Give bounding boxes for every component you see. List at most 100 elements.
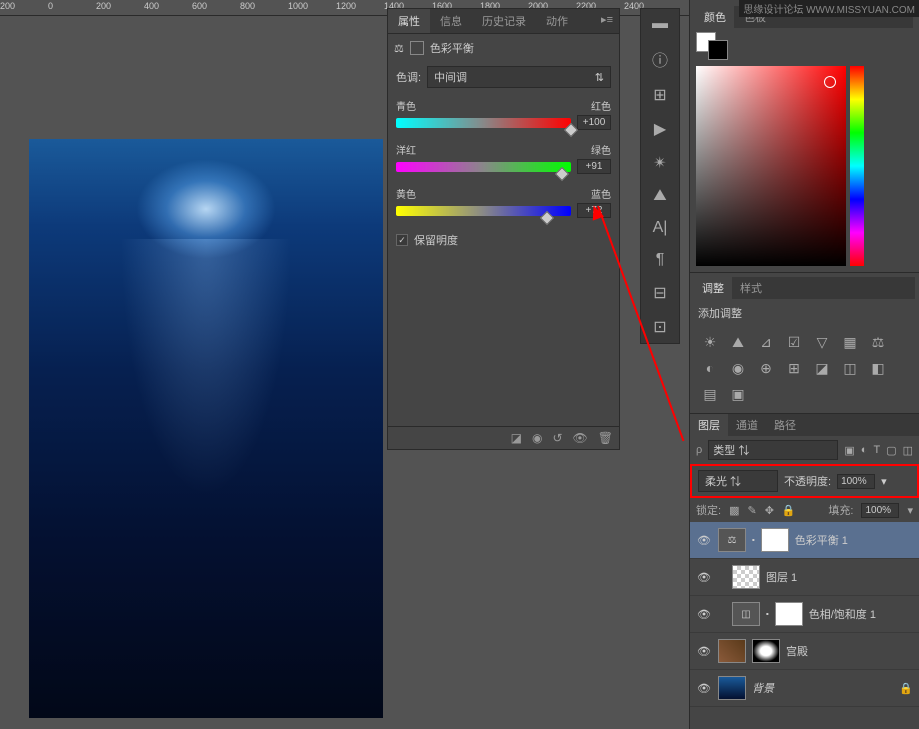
color-field[interactable] bbox=[696, 66, 846, 266]
type-filter-icon[interactable]: T bbox=[873, 444, 880, 457]
magenta-green-slider[interactable] bbox=[396, 162, 571, 172]
layer-name[interactable]: 色相/饱和度 1 bbox=[809, 606, 876, 622]
eye-icon[interactable]: 👁 bbox=[696, 534, 712, 547]
preserve-luminosity-checkbox[interactable]: ✓ bbox=[396, 234, 408, 246]
gradient-map-icon[interactable]: ▤ bbox=[700, 385, 720, 403]
hue-slider[interactable] bbox=[850, 66, 864, 266]
tab-layers[interactable]: 图层 bbox=[690, 414, 728, 436]
tab-history[interactable]: 历史记录 bbox=[472, 9, 536, 33]
background-swatch[interactable] bbox=[708, 40, 728, 60]
cyan-red-slider[interactable] bbox=[396, 118, 571, 128]
eye-icon[interactable]: 👁 bbox=[696, 571, 712, 584]
layer-thumb-icon[interactable]: ◫ bbox=[732, 602, 760, 626]
layer-name[interactable]: 背景 bbox=[752, 680, 774, 696]
curves-icon[interactable]: ⊿ bbox=[756, 333, 776, 351]
magenta-green-value[interactable]: +91 bbox=[577, 159, 611, 174]
fill-input[interactable]: 100% bbox=[861, 503, 899, 518]
layer-thumb[interactable] bbox=[718, 639, 746, 663]
shape-filter-icon[interactable]: ▢ bbox=[886, 444, 896, 457]
canvas[interactable] bbox=[29, 139, 383, 718]
smart-filter-icon[interactable]: ◫ bbox=[903, 444, 913, 457]
levels-icon[interactable]: ⛰ bbox=[728, 333, 748, 351]
photo-filter-icon[interactable]: ◉ bbox=[728, 359, 748, 377]
posterize-icon[interactable]: ◫ bbox=[840, 359, 860, 377]
layer-filter-dropdown[interactable]: 类型 ⇅ bbox=[708, 440, 838, 460]
adj-filter-icon[interactable]: ◐ bbox=[861, 444, 868, 457]
add-adjustment-label: 添加调整 bbox=[694, 299, 915, 327]
threshold-icon[interactable]: ◧ bbox=[868, 359, 888, 377]
tab-adjustments[interactable]: 调整 bbox=[694, 277, 732, 299]
view-previous-icon[interactable]: ◉ bbox=[532, 431, 542, 445]
slider-right-0: 红色 bbox=[591, 98, 611, 113]
eye-icon[interactable]: 👁 bbox=[696, 682, 712, 695]
tab-properties[interactable]: 属性 bbox=[388, 9, 430, 33]
reset-icon[interactable]: ↺ bbox=[552, 431, 562, 445]
invert-icon[interactable]: ◪ bbox=[812, 359, 832, 377]
hue-icon[interactable]: ▦ bbox=[840, 333, 860, 351]
paragraph-icon[interactable]: ¶ bbox=[656, 251, 665, 269]
pixel-filter-icon[interactable]: ▣ bbox=[844, 444, 854, 457]
brightness-icon[interactable]: ☀ bbox=[700, 333, 720, 351]
tab-styles[interactable]: 样式 bbox=[732, 277, 770, 299]
panel-menu-icon[interactable]: ▸≡ bbox=[595, 9, 619, 33]
layer-mask-thumb[interactable] bbox=[761, 528, 789, 552]
delete-icon[interactable]: 🗑 bbox=[598, 431, 613, 445]
selective-color-icon[interactable]: ▣ bbox=[728, 385, 748, 403]
layer-name[interactable]: 图层 1 bbox=[766, 569, 797, 585]
fill-label: 填充: bbox=[828, 502, 853, 518]
lock-all-icon[interactable]: 🔒 bbox=[782, 504, 796, 517]
tab-paths[interactable]: 路径 bbox=[766, 414, 804, 436]
layer-thumb-icon[interactable]: ⚖ bbox=[718, 528, 746, 552]
layer-item[interactable]: 👁 图层 1 bbox=[690, 559, 919, 596]
tab-channels[interactable]: 通道 bbox=[728, 414, 766, 436]
balance-adj-icon[interactable]: ⚖ bbox=[868, 333, 888, 351]
fill-chevron-icon[interactable]: ▾ bbox=[907, 504, 913, 517]
brush-icon[interactable]: ⛰ bbox=[653, 187, 666, 205]
opacity-input[interactable]: 100% bbox=[837, 474, 875, 489]
layer-mask-thumb[interactable] bbox=[752, 639, 780, 663]
layer-thumb[interactable] bbox=[718, 676, 746, 700]
layer-item[interactable]: 👁 ◫ ⬝ 色相/饱和度 1 bbox=[690, 596, 919, 633]
vibrance-icon[interactable]: ▽ bbox=[812, 333, 832, 351]
mask-icon[interactable] bbox=[410, 41, 424, 55]
yellow-blue-slider[interactable] bbox=[396, 206, 571, 216]
swatches-icon[interactable]: ⊟ bbox=[653, 283, 666, 303]
layer-name[interactable]: 宫殿 bbox=[786, 643, 808, 659]
lock-move-icon[interactable]: ✥ bbox=[765, 504, 774, 517]
bw-icon[interactable]: ◐ bbox=[700, 359, 720, 377]
lookup-icon[interactable]: ⊞ bbox=[784, 359, 804, 377]
clip-icon[interactable]: ◪ bbox=[511, 431, 522, 445]
exposure-icon[interactable]: ☑ bbox=[784, 333, 804, 351]
opacity-chevron-icon[interactable]: ▾ bbox=[881, 475, 887, 488]
slider-left-1: 洋红 bbox=[396, 142, 416, 157]
cyan-red-value[interactable]: +100 bbox=[577, 115, 611, 130]
eye-icon[interactable]: 👁 bbox=[696, 608, 712, 621]
styles-icon[interactable]: ⊡ bbox=[653, 317, 666, 337]
channel-mixer-icon[interactable]: ⊕ bbox=[756, 359, 776, 377]
lock-paint-icon[interactable]: ✎ bbox=[747, 504, 756, 517]
layer-item[interactable]: 👁 宫殿 bbox=[690, 633, 919, 670]
tab-info[interactable]: 信息 bbox=[430, 9, 472, 33]
blend-mode-dropdown[interactable]: 柔光 ⇅ bbox=[698, 470, 778, 492]
histogram-icon[interactable]: ▬ bbox=[652, 15, 668, 33]
layer-item[interactable]: 👁 ⚖ ⬝ 色彩平衡 1 bbox=[690, 522, 919, 559]
info-icon[interactable]: ⓘ bbox=[652, 47, 668, 71]
tab-actions[interactable]: 动作 bbox=[536, 9, 578, 33]
opacity-label: 不透明度: bbox=[784, 473, 831, 489]
visibility-icon[interactable]: 👁 bbox=[573, 431, 588, 445]
layer-item[interactable]: 👁 背景 🔒 bbox=[690, 670, 919, 707]
layer-mask-thumb[interactable] bbox=[775, 602, 803, 626]
play-icon[interactable]: ▶ bbox=[654, 119, 666, 139]
layer-name[interactable]: 色彩平衡 1 bbox=[795, 532, 848, 548]
brush-settings-icon[interactable]: ✴ bbox=[653, 153, 666, 173]
chevron-updown-icon: ⇅ bbox=[595, 71, 604, 84]
tone-dropdown[interactable]: 中间调⇅ bbox=[427, 66, 611, 88]
navigator-icon[interactable]: ⊞ bbox=[653, 85, 666, 105]
eye-icon[interactable]: 👁 bbox=[696, 645, 712, 658]
balance-icon: ⚖ bbox=[394, 42, 404, 55]
character-icon[interactable]: A| bbox=[653, 219, 668, 237]
layer-thumb[interactable] bbox=[732, 565, 760, 589]
lock-pixels-icon[interactable]: ▩ bbox=[729, 504, 739, 517]
collapsed-panels: ▬ ⓘ ⊞ ▶ ✴ ⛰ A| ¶ ⊟ ⊡ bbox=[640, 8, 680, 344]
tab-color[interactable]: 颜色 bbox=[696, 6, 734, 28]
